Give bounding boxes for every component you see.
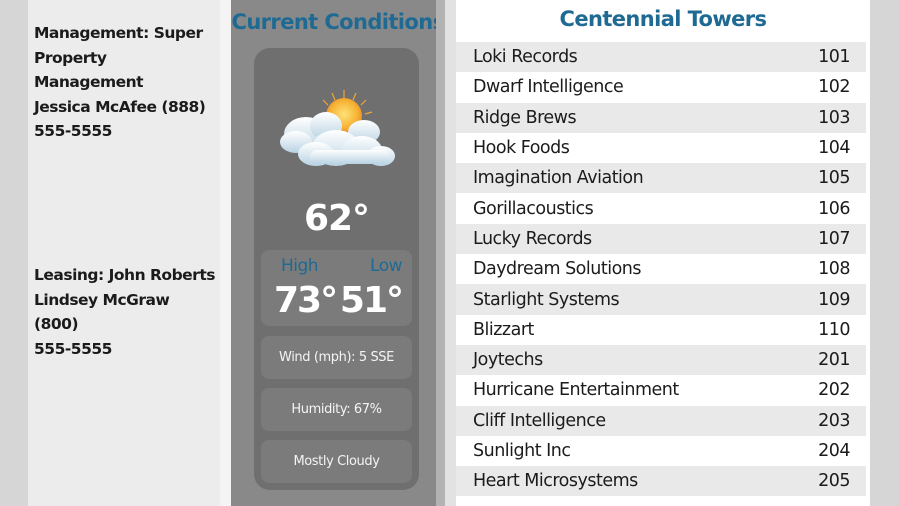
tenant-name: Heart Microsystems (473, 471, 638, 492)
tenant-name: Cliff Intelligence (473, 410, 606, 431)
tenant-name: Hurricane Entertainment (473, 380, 679, 401)
tenant-suite: 101 (818, 47, 850, 68)
management-line-4: 555-5555 (34, 122, 112, 140)
tenant-name: Joytechs (473, 350, 543, 371)
management-line-2: Property Management (34, 48, 144, 92)
tenant-suite: 104 (818, 138, 850, 159)
tenant-suite: 201 (818, 350, 850, 371)
tenant-suite: 107 (818, 228, 850, 249)
tenant-name: Loki Records (473, 47, 578, 68)
weather-edge (436, 0, 445, 506)
tenant-suite: 106 (818, 198, 850, 219)
tenant-row: Cliff Intelligence 203 (456, 405, 866, 436)
tenant-directory: Centennial Towers Loki Records 101 Dwarf I… (456, 0, 870, 506)
tenant-row: Lucky Records 107 (456, 223, 866, 255)
weather-card: 62° High Low 73° 51° Wind (mph): 5 SSE H… (254, 48, 419, 490)
tenant-row: Loki Records 101 (456, 42, 866, 73)
weather-edge-light (445, 0, 456, 506)
tenant-name: Lucky Records (473, 228, 592, 249)
tenant-suite: 110 (818, 319, 850, 340)
tenant-suite: 202 (818, 380, 850, 401)
low-temperature: 51° (339, 280, 404, 321)
tenant-list: Loki Records 101 Dwarf Intelligence 102 Ridg… (456, 42, 866, 497)
tenant-name: Starlight Systems (473, 289, 620, 310)
tenant-suite: 103 (818, 107, 850, 128)
tenant-suite: 204 (818, 441, 850, 461)
tenant-suite: 203 (818, 410, 850, 431)
management-contact: Management: Super Property Management Je… (34, 21, 218, 144)
management-line-3: Jessica McAfee (888) (34, 97, 206, 116)
partly-cloudy-icon (280, 90, 395, 166)
contacts-panel: Management: Super Property Management Je… (28, 0, 220, 506)
tenant-name: Blizzart (473, 319, 534, 340)
tenant-suite: 102 (818, 77, 850, 98)
tenant-name: Imagination Aviation (473, 168, 644, 189)
tenant-name: Gorillacoustics (473, 198, 594, 219)
building-title: Centennial Towers (559, 7, 768, 31)
tenant-row: Sunlight Inc 204 (456, 436, 866, 466)
tenant-row: Gorillacoustics 106 (456, 193, 866, 223)
high-temperature: 73° (274, 280, 338, 321)
low-label: Low (370, 256, 402, 276)
high-low-box: High Low 73° 51° (261, 250, 412, 326)
tenant-name: Ridge Brews (473, 107, 577, 128)
management-line-1: Management: Super (34, 24, 203, 42)
wind-readout: Wind (mph): 5 SSE (261, 336, 412, 379)
leasing-line-2: Lindsey McGraw (800) (34, 290, 170, 334)
tenant-suite: 108 (818, 259, 850, 280)
tenant-row: Daydream Solutions 108 (456, 254, 866, 284)
tenant-suite: 109 (818, 289, 850, 310)
tenant-row: Starlight Systems 109 (456, 284, 866, 315)
tenant-row: Dwarf Intelligence 102 (456, 72, 866, 102)
weather-title: Current Conditions (231, 10, 446, 34)
tenant-suite: 205 (818, 471, 850, 492)
tenant-row: Hook Foods 104 (456, 133, 866, 163)
weather-panel: Current Conditions 62° High Low 73° 51° … (231, 0, 445, 506)
tenant-row: Hurricane Entertainment 202 (456, 375, 866, 405)
leasing-line-1: Leasing: John Roberts (34, 266, 215, 284)
tenant-row: Joytechs 201 (456, 344, 866, 376)
current-temperature: 62° (303, 198, 370, 239)
tenant-name: Sunlight Inc (473, 441, 571, 461)
leasing-contact: Leasing: John Roberts Lindsey McGraw (80… (34, 263, 218, 361)
tenant-name: Daydream Solutions (473, 259, 641, 280)
tenant-row: Heart Microsystems 205 (456, 466, 866, 497)
tenant-row: Ridge Brews 103 (456, 102, 866, 133)
tenant-name: Dwarf Intelligence (473, 77, 624, 98)
humidity-readout: Humidity: 67% (261, 388, 412, 431)
condition-readout: Mostly Cloudy (261, 440, 412, 483)
tenant-name: Hook Foods (473, 138, 570, 159)
tenant-row: Imagination Aviation 105 (456, 163, 866, 194)
tenant-row: Blizzart 110 (456, 315, 866, 345)
high-label: High (281, 256, 319, 276)
tenant-suite: 105 (818, 168, 850, 189)
leasing-line-3: 555-5555 (34, 339, 112, 358)
divider (220, 0, 231, 506)
